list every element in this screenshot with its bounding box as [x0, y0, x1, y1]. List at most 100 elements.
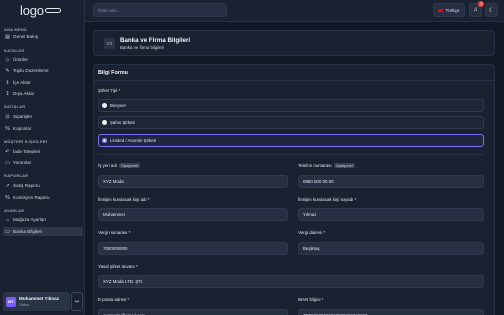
theme-toggle-button[interactable]: ☾: [485, 3, 498, 17]
sidebar-item-store-settings[interactable]: ⌂ Mağaza Ayarları: [3, 215, 83, 224]
section-title-sales: SATIŞLAR: [4, 104, 26, 109]
form-header-divider: [94, 80, 494, 81]
notifications-button[interactable]: ♫ 3: [469, 1, 484, 17]
topbar: Türkçe ♫3 ☾: [85, 0, 504, 22]
phone-field[interactable]: [298, 175, 484, 188]
label-text: Telefon numarası: [298, 163, 332, 168]
sidebar-item-bulk-edit[interactable]: ✎ Toplu Düzenleme: [3, 66, 83, 75]
radio-label: Limited / Anonim Şirketi: [110, 138, 156, 143]
sidebar-item-label: Genel Bakış: [13, 34, 39, 39]
page-subtitle: Banka ve firma bilgileri: [120, 45, 165, 50]
sidebar-item-label: İçe Aktar: [13, 80, 31, 85]
bank-icon: ▭: [5, 228, 10, 235]
logo-text: logo: [20, 3, 44, 18]
radio-label: Bireysel: [110, 103, 126, 108]
radio-dot-selected: [102, 138, 107, 143]
tax-number-label: Vergi numarası *: [98, 230, 131, 235]
contact-first-name-field[interactable]: [98, 208, 288, 221]
language-selector[interactable]: Türkçe: [433, 3, 465, 17]
ticket-icon: %: [5, 125, 10, 132]
radio-individual[interactable]: Bireysel: [98, 99, 484, 112]
notification-badge: 3: [478, 1, 484, 7]
section-title-settings: AYARLAR: [4, 208, 25, 213]
form-title: Bilgi Formu: [98, 70, 128, 76]
sidebar-item-bank-info[interactable]: ▭ Banka Bilgileri: [3, 227, 83, 236]
contact-last-name-field[interactable]: [298, 208, 484, 221]
radio-limited-company[interactable]: Limited / Anonim Şirketi: [98, 134, 484, 147]
sidebar-item-label: Mağaza Ayarları: [13, 217, 47, 222]
section-title-reports: RAPORLAR: [4, 173, 29, 178]
tax-office-field[interactable]: [298, 242, 484, 255]
sidebar: logo ANA MENÜ ▤ Genel Bakış KATALOG ◇ Ürün…: [0, 0, 85, 315]
business-name-label: İş yeri adı Opsiyonel: [98, 163, 140, 168]
legal-title-label: Yasal şirket ünvanı *: [98, 264, 138, 269]
sidebar-item-coupons[interactable]: % Kuponlar: [3, 124, 83, 133]
sidebar-item-sales-report[interactable]: ↗ Satış Raporu: [3, 181, 83, 190]
sidebar-item-label: Siparişler: [13, 114, 33, 119]
sidebar-item-label: Kuponlar: [13, 126, 32, 131]
sidebar-item-commission-report[interactable]: % Komisyon Raporu: [3, 193, 83, 202]
optional-tag: Opsiyonel: [333, 163, 355, 168]
sidebar-item-label: Dışa Aktar: [13, 91, 35, 96]
percent-icon: %: [5, 194, 10, 201]
sidebar-item-orders[interactable]: ⊡ Siparişler: [3, 112, 83, 121]
sidebar-item-returns[interactable]: ↶ İade Talepleri: [3, 147, 83, 156]
dashboard-icon: ▤: [5, 33, 10, 40]
radio-sole-proprietorship[interactable]: Şahıs Şirketi: [98, 116, 484, 129]
avatar: MY: [6, 296, 16, 307]
optional-tag: Opsiyonel: [119, 163, 140, 168]
bell-icon: ♫: [473, 7, 478, 13]
contact-first-name-label: İletişim kurulacak kişi adı *: [98, 197, 150, 202]
flag-icon: [438, 8, 444, 12]
sidebar-item-overview[interactable]: ▤ Genel Bakış: [3, 32, 83, 41]
upload-icon: ↥: [5, 79, 10, 86]
legal-title-field[interactable]: [98, 275, 484, 288]
trend-icon: ↗: [5, 182, 10, 189]
email-field[interactable]: [98, 309, 288, 315]
sidebar-item-label: İade Talepleri: [13, 149, 41, 154]
business-name-field[interactable]: [98, 175, 288, 188]
section-divider: [98, 154, 484, 155]
contact-last-name-label: İletişim kurulacak kişi soyadı *: [298, 197, 357, 202]
user-card[interactable]: MY Muhammet Yılmaz Satıcı: [3, 292, 70, 311]
company-type-label: Şirket Tipi *: [98, 88, 121, 93]
sidebar-item-label: Banka Bilgileri: [13, 229, 43, 234]
tax-office-label: Vergi dairesi *: [298, 230, 326, 235]
tag-icon: ◇: [5, 56, 10, 63]
radio-label: Şahıs Şirketi: [110, 120, 135, 125]
sidebar-item-label: Ürünler: [13, 57, 29, 62]
logo-mark: [44, 8, 61, 13]
page-header-card: ▭ Banka ve Firma Bilgileri Banka ve firm…: [93, 30, 495, 56]
sidebar-item-reviews[interactable]: ▭ Yorumlar: [3, 158, 83, 167]
sidebar-item-label: Yorumlar: [13, 160, 32, 165]
search-input[interactable]: [93, 3, 227, 17]
radio-dot: [102, 103, 107, 108]
return-icon: ↶: [5, 148, 10, 155]
iban-field[interactable]: [298, 309, 484, 315]
download-icon: ↧: [5, 90, 10, 97]
sidebar-item-export[interactable]: ↧ Dışa Aktar: [3, 89, 83, 98]
logout-icon: ↦: [74, 298, 80, 305]
label-text: İş yeri adı: [98, 163, 118, 168]
section-title-catalog: KATALOG: [4, 48, 25, 53]
edit-icon: ✎: [5, 67, 10, 74]
logout-button[interactable]: ↦: [71, 292, 83, 311]
tax-number-field[interactable]: [98, 242, 288, 255]
phone-label: Telefon numarası Opsiyonel: [298, 163, 355, 168]
sidebar-item-label: Satış Raporu: [13, 183, 40, 188]
sidebar-item-import[interactable]: ↥ İçe Aktar: [3, 78, 83, 87]
section-title-customer: MÜŞTERİ İLİŞKİLERİ: [4, 139, 48, 144]
moon-icon: ☾: [488, 7, 495, 14]
logo[interactable]: logo: [20, 4, 61, 17]
user-role: Satıcı: [19, 302, 30, 307]
radio-dot: [102, 120, 107, 125]
email-label: E-posta adresi *: [98, 297, 130, 302]
store-icon: ⌂: [5, 216, 10, 223]
comment-icon: ▭: [5, 159, 10, 166]
iban-label: IBAN bilgisi *: [298, 297, 324, 302]
info-form-card: Bilgi Formu Şirket Tipi * Bireysel Şahıs…: [93, 64, 495, 315]
page-title: Banka ve Firma Bilgileri: [120, 37, 191, 44]
sidebar-item-label: Toplu Düzenleme: [13, 68, 49, 73]
sidebar-item-label: Komisyon Raporu: [13, 195, 50, 200]
sidebar-item-products[interactable]: ◇ Ürünler: [3, 55, 83, 64]
